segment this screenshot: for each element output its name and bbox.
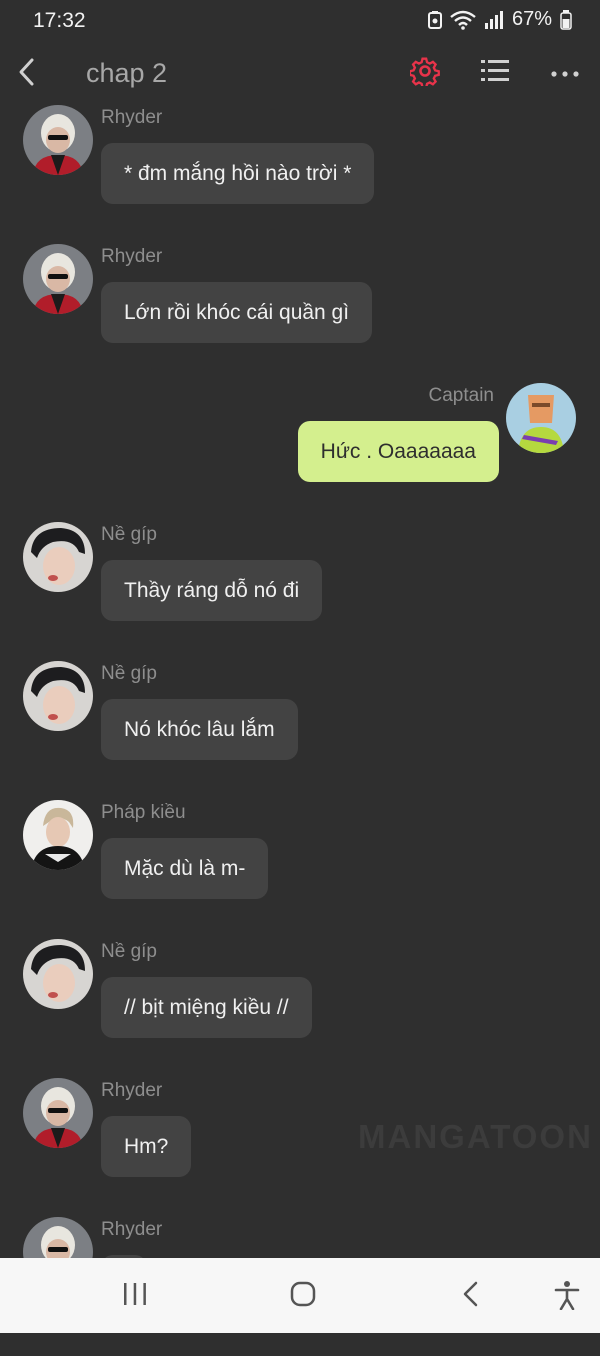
- message-bubble[interactable]: Thầy ráng dỗ nó đi: [101, 560, 323, 621]
- sender-name: Rhyder: [101, 1219, 163, 1240]
- message-item: Pháp kiều Mặc dù là m-: [0, 800, 600, 939]
- message-bubble[interactable]: // bịt miệng kiều //: [101, 977, 312, 1038]
- sender-name: Captain: [428, 385, 495, 406]
- more-horizontal-icon: [551, 71, 579, 77]
- avatar[interactable]: [23, 939, 93, 1009]
- sender-name: Rhyder: [101, 246, 163, 267]
- home-button[interactable]: [289, 1280, 317, 1313]
- avatar[interactable]: [23, 1078, 93, 1148]
- sender-name: Rhyder: [101, 107, 163, 128]
- message-bubble[interactable]: Mặc dù là m-: [101, 838, 269, 899]
- signal-icon: [484, 10, 504, 29]
- avatar[interactable]: [23, 244, 93, 314]
- recent-apps-icon: [124, 1283, 146, 1305]
- message-bubble[interactable]: Nó khóc lâu lắm: [101, 699, 298, 760]
- battery-icon: [560, 9, 572, 30]
- system-back-button[interactable]: [460, 1280, 482, 1313]
- sync-icon: [427, 10, 442, 29]
- avatar[interactable]: [23, 522, 93, 592]
- message-bubble[interactable]: Hm?: [101, 1116, 192, 1177]
- avatar[interactable]: [23, 105, 93, 175]
- watermark-logo: MANGATOON: [358, 1118, 593, 1155]
- chapter-list-button[interactable]: [480, 57, 510, 85]
- back-button[interactable]: [14, 56, 42, 88]
- sender-name: Nề gíp: [101, 524, 157, 545]
- battery-level: 67%: [511, 8, 552, 30]
- message-item: Nề gíp Thầy ráng dỗ nó đi: [0, 522, 600, 661]
- home-icon: [290, 1281, 316, 1307]
- status-bar: 17:32 67%: [0, 0, 600, 44]
- avatar[interactable]: [23, 661, 93, 731]
- sender-name: Rhyder: [101, 1080, 163, 1101]
- chevron-left-icon: [19, 58, 34, 86]
- message-item: Captain Hức . Oaaaaaaa: [0, 383, 600, 522]
- app-header: chap 2: [0, 44, 600, 104]
- message-bubble[interactable]: * đm mắng hồi nào trời *: [101, 143, 375, 204]
- accessibility-icon: [554, 1281, 580, 1311]
- recent-apps-button[interactable]: [122, 1280, 148, 1313]
- message-item: Nề gíp // bịt miệng kiều //: [0, 939, 600, 1078]
- system-nav-bar: [0, 1258, 600, 1333]
- avatar[interactable]: [506, 383, 576, 453]
- sender-name: Pháp kiều: [101, 802, 186, 823]
- chapter-title: chap 2: [86, 58, 168, 88]
- avatar[interactable]: [23, 800, 93, 870]
- message-item: Nề gíp Nó khóc lâu lắm: [0, 661, 600, 800]
- accessibility-button[interactable]: [554, 1280, 580, 1315]
- more-options-button[interactable]: [550, 66, 580, 77]
- message-bubble[interactable]: Lớn rồi khóc cái quần gì: [101, 282, 373, 343]
- wifi-icon: [450, 10, 476, 30]
- settings-button[interactable]: [408, 56, 440, 89]
- message-item: Rhyder Lớn rồi khóc cái quần gì: [0, 244, 600, 383]
- back-icon: [463, 1281, 478, 1307]
- message-bubble[interactable]: Hức . Oaaaaaaa: [297, 421, 499, 482]
- status-icons: 67%: [427, 8, 572, 31]
- list-icon: [481, 60, 509, 81]
- sender-name: Nề gíp: [101, 663, 157, 684]
- gear-icon: [408, 57, 440, 89]
- status-time: 17:32: [33, 9, 86, 32]
- message-item: Rhyder * đm mắng hồi nào trời *: [0, 105, 600, 244]
- sender-name: Nề gíp: [101, 941, 157, 962]
